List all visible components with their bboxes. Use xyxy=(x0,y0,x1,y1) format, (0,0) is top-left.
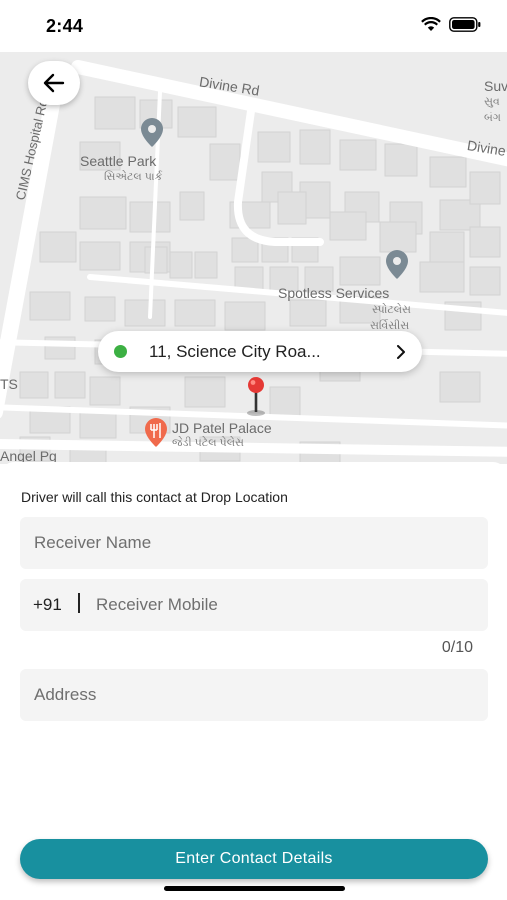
status-icons xyxy=(421,17,481,32)
enter-contact-details-button[interactable]: Enter Contact Details xyxy=(20,839,488,879)
receiver-mobile-input[interactable] xyxy=(96,579,476,631)
address-input[interactable] xyxy=(34,669,474,721)
home-indicator xyxy=(164,886,345,891)
battery-icon xyxy=(449,17,481,32)
chevron-right-icon xyxy=(396,344,406,359)
arrow-left-icon xyxy=(43,73,65,93)
map-label-top-right-local-2: બંગ xyxy=(484,112,501,124)
map-label-seattle-park-local: સિએટલ પાર્ક xyxy=(104,171,163,183)
mobile-char-count: 0/10 xyxy=(441,639,473,656)
receiver-mobile-field[interactable]: +91 xyxy=(20,579,488,631)
receiver-name-input[interactable] xyxy=(34,517,474,569)
map-label-seattle-park: Seattle Park xyxy=(80,153,157,169)
wifi-icon xyxy=(421,17,441,31)
contact-form-sheet: Driver will call this contact at Drop Lo… xyxy=(0,462,507,900)
country-code-divider xyxy=(78,593,80,613)
drop-location-chip[interactable]: 11, Science City Roa... xyxy=(98,331,422,372)
receiver-name-field[interactable] xyxy=(20,517,488,569)
form-hint: Driver will call this contact at Drop Lo… xyxy=(21,489,288,505)
map-label-top-right-local: સુવ xyxy=(484,96,500,108)
drop-location-text: 11, Science City Roa... xyxy=(149,341,321,361)
back-button[interactable] xyxy=(28,61,80,105)
map-label-jd-patel-palace: JD Patel Palace xyxy=(172,420,272,436)
country-code: +91 xyxy=(33,595,62,614)
status-time: 2:44 xyxy=(46,16,84,36)
address-field[interactable] xyxy=(20,669,488,721)
status-bar: 2:44 xyxy=(0,0,507,52)
map-label-spotless-local: સ્પોટલેસ xyxy=(372,304,411,316)
map-label-top-right: Suv xyxy=(484,78,507,94)
map-label-ts: TS xyxy=(0,376,18,392)
map-label-spotless-services: Spotless Services xyxy=(278,285,390,301)
map-pin-icon xyxy=(243,376,269,421)
location-status-dot xyxy=(114,345,127,358)
map-label-jd-patel-local: જેડી પટેલ પેલેસ xyxy=(172,437,244,449)
